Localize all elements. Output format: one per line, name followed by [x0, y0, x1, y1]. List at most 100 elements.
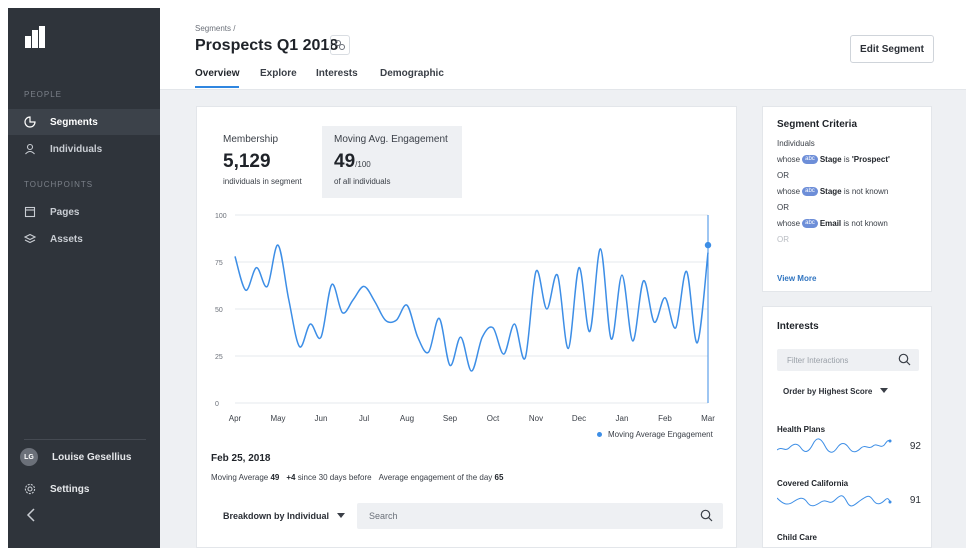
rule-field: Email — [819, 219, 842, 228]
sidebar: PEOPLE Segments Individuals TOUCHPOINTS … — [8, 8, 160, 548]
chevron-down-icon — [337, 513, 346, 518]
tab-overview[interactable]: Overview — [195, 68, 240, 88]
engagement-chart[interactable]: 0 25 50 75 100 Apr May Jun Jul Aug Sep Oct Nov Dec Jan… — [197, 205, 738, 427]
x-tick-label: Aug — [400, 414, 414, 423]
rule-prefix: whose — [777, 219, 801, 228]
interest-score: 92 — [909, 441, 921, 452]
membership-label: Membership — [223, 134, 279, 145]
chart-legend: Moving Average Engagement — [597, 430, 713, 439]
user-profile[interactable]: LG Louise Gesellius — [20, 448, 131, 466]
breakdown-label: Breakdown by Individual — [223, 511, 330, 521]
x-tick-label: Mar — [701, 414, 715, 423]
x-tick-label: Jul — [359, 414, 369, 423]
engagement-label: Moving Avg. Engagement — [334, 134, 448, 145]
chevron-down-icon — [879, 388, 888, 393]
page-header: Segments / Prospects Q1 2018 Edit Segmen… — [160, 8, 966, 90]
gear-icon — [24, 483, 36, 495]
day-engagement-label: Average engagement of the day — [378, 473, 493, 482]
legend-label: Moving Average Engagement — [608, 430, 713, 439]
rule-field: Stage — [819, 155, 842, 164]
interest-item[interactable]: Child Care — [777, 533, 927, 542]
person-icon — [24, 143, 36, 155]
avatar: LG — [20, 448, 38, 466]
chevron-left-icon — [26, 508, 35, 522]
section-label-people: PEOPLE — [24, 90, 63, 99]
selected-date: Feb 25, 2018 — [211, 453, 271, 464]
segment-type-icon — [330, 35, 350, 55]
criteria-joiner: OR — [777, 203, 789, 212]
view-more-link[interactable]: View More — [777, 274, 816, 283]
search-icon — [700, 509, 713, 522]
order-by-label: Order by Highest Score — [783, 387, 873, 396]
y-tick-label: 0 — [215, 401, 219, 408]
legend-dot-icon — [597, 432, 602, 437]
tab-explore[interactable]: Explore — [260, 68, 297, 88]
segment-criteria-card: Segment Criteria Individuals whose abc Sta… — [762, 106, 932, 292]
filter-placeholder: Filter Interactions — [787, 355, 849, 365]
y-tick-label: 25 — [215, 354, 223, 361]
filter-interactions-input[interactable]: Filter Interactions — [777, 349, 919, 371]
interest-name: Child Care — [777, 533, 818, 542]
engagement-stat[interactable]: Moving Avg. Engagement 49/100 of all ind… — [322, 126, 462, 198]
rule-prefix: whose — [777, 155, 801, 164]
rule-field: Stage — [819, 187, 842, 196]
delta-text: +4 since 30 days before — [286, 473, 371, 482]
criteria-title: Segment Criteria — [777, 119, 858, 130]
tab-interests[interactable]: Interests — [316, 68, 358, 88]
search-icon — [898, 353, 911, 366]
x-tick-label: Feb — [658, 414, 672, 423]
moving-average-label: Moving Average — [211, 473, 269, 482]
moving-average-text: Moving Average 49 — [211, 473, 279, 482]
sidebar-item-label: Segments — [50, 116, 98, 128]
interest-item[interactable]: Covered California 91 — [776, 479, 927, 515]
sidebar-item-label: Assets — [50, 233, 83, 245]
rule-value: 'Prospect' — [851, 155, 890, 164]
highlight-point — [704, 241, 712, 249]
sidebar-item-assets[interactable]: Assets — [8, 226, 160, 252]
membership-stat: Membership 5,129 individuals in segment — [211, 126, 321, 198]
interests-card: Interests Filter Interactions Order by H… — [762, 306, 932, 548]
engagement-value: 49 — [334, 151, 356, 172]
criteria-subject: Individuals — [777, 139, 815, 148]
moving-average-value: 49 — [270, 473, 280, 482]
interest-sparkline — [776, 438, 892, 453]
tab-demographic[interactable]: Demographic — [380, 68, 444, 88]
criteria-joiner-faded: OR — [777, 235, 789, 242]
engagement-suffix: /100 — [355, 160, 371, 169]
x-tick-label: Oct — [487, 414, 500, 423]
settings-link[interactable]: Settings — [24, 483, 89, 495]
delta-value: +4 — [286, 473, 296, 482]
x-tick-label: Apr — [229, 414, 242, 423]
criteria-rule: whose abc Email is not known — [777, 216, 917, 232]
text-type-badge: abc — [802, 187, 818, 197]
edit-segment-button[interactable]: Edit Segment — [850, 35, 934, 63]
text-type-badge: abc — [802, 219, 818, 229]
breakdown-dropdown[interactable]: Breakdown by Individual — [211, 503, 347, 529]
settings-label: Settings — [50, 483, 90, 495]
sidebar-item-individuals[interactable]: Individuals — [8, 136, 160, 162]
section-label-touchpoints: TOUCHPOINTS — [24, 180, 94, 189]
sidebar-item-pages[interactable]: Pages — [8, 199, 160, 225]
x-tick-label: Dec — [572, 414, 586, 423]
sidebar-divider — [24, 439, 146, 440]
breadcrumb[interactable]: Segments / — [195, 24, 235, 33]
search-input[interactable]: Search — [357, 503, 723, 529]
collapse-sidebar-button[interactable] — [26, 508, 36, 525]
sidebar-item-label: Pages — [50, 206, 80, 218]
day-engagement-value: 65 — [494, 473, 504, 482]
selected-stats: Moving Average 49 +4 since 30 days befor… — [211, 473, 503, 482]
overview-card: Membership 5,129 individuals in segment … — [196, 106, 737, 548]
interest-item[interactable]: Health Plans 92 — [776, 425, 927, 461]
sidebar-item-segments[interactable]: Segments — [8, 109, 160, 135]
search-placeholder: Search — [369, 511, 398, 521]
rule-prefix: whose — [777, 187, 801, 196]
delta-label: since 30 days before — [297, 473, 372, 482]
engagement-value-row: 49/100 — [334, 151, 462, 173]
order-by-dropdown[interactable]: Order by Highest Score — [783, 387, 888, 396]
membership-sub: individuals in segment — [223, 177, 302, 186]
segments-icon — [24, 116, 36, 128]
rule-op: is — [843, 155, 850, 164]
app-logo-icon[interactable] — [25, 26, 47, 48]
sidebar-item-label: Individuals — [50, 143, 103, 155]
day-engagement-text: Average engagement of the day 65 — [379, 473, 504, 482]
